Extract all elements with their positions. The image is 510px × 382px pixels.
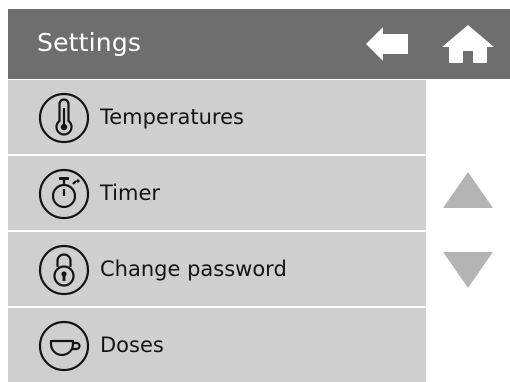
- cup-icon: [38, 320, 90, 372]
- settings-screen: Settings Temperatures Timer Change passw…: [0, 0, 510, 382]
- menu-item-label: Doses: [100, 333, 164, 357]
- back-arrow-icon: [366, 27, 408, 61]
- menu-item-doses[interactable]: Doses: [8, 308, 426, 382]
- triangle-up-icon: [443, 172, 493, 208]
- menu-item-timer[interactable]: Timer: [8, 156, 426, 230]
- menu-item-label: Timer: [100, 181, 161, 205]
- menu-item-label: Change password: [100, 257, 287, 281]
- home-button[interactable]: [442, 25, 494, 63]
- scroll-up-button[interactable]: [443, 172, 493, 208]
- home-icon: [442, 25, 494, 63]
- menu-item-change-password[interactable]: Change password: [8, 232, 426, 306]
- page-title: Settings: [37, 28, 142, 57]
- menu-item-temperatures[interactable]: Temperatures: [8, 80, 426, 154]
- thermometer-icon: [38, 92, 90, 144]
- scroll-down-button[interactable]: [443, 252, 493, 288]
- triangle-down-icon: [443, 252, 493, 288]
- lock-icon: [38, 244, 90, 296]
- header-bar: Settings: [8, 9, 510, 79]
- back-button[interactable]: [366, 27, 412, 61]
- menu-item-label: Temperatures: [100, 105, 244, 129]
- stopwatch-icon: [38, 168, 90, 220]
- settings-menu: Temperatures Timer Change password Doses: [8, 80, 426, 382]
